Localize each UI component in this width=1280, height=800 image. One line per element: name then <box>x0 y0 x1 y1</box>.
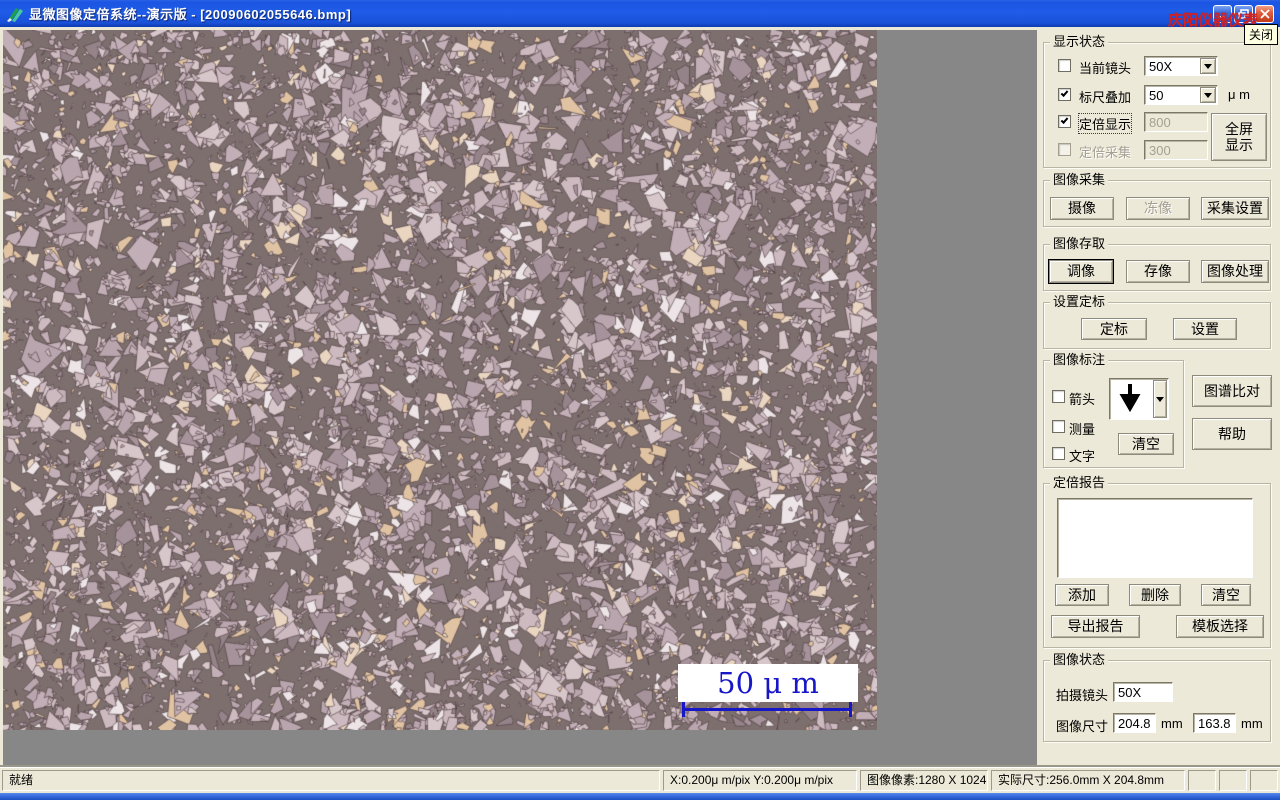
scale-bar-label-box: 50 μ m <box>678 664 858 702</box>
group-report: 定倍报告 添加 删除 清空 导出报告 模板选择 <box>1043 476 1271 648</box>
save-image-button[interactable]: 存像 <box>1126 260 1190 283</box>
label-image-size: 图像尺寸 <box>1056 719 1109 734</box>
group-storage: 图像存取 调像 存像 图像处理 <box>1043 237 1271 291</box>
capture-button[interactable]: 摄像 <box>1050 197 1114 220</box>
report-delete-button[interactable]: 删除 <box>1129 584 1181 606</box>
group-calibration: 设置定标 定标 设置 <box>1043 295 1271 349</box>
group-image-status-title: 图像状态 <box>1050 653 1109 667</box>
input-shooting-lens[interactable]: 50X <box>1113 682 1173 702</box>
report-add-button[interactable]: 添加 <box>1055 584 1109 606</box>
status-actual-size: 实际尺寸:256.0mm X 204.8mm <box>991 770 1185 791</box>
input-image-width[interactable]: 204.8 <box>1113 713 1156 733</box>
app-icon <box>6 6 24 22</box>
freeze-button: 冻像 <box>1126 197 1190 220</box>
input-image-height[interactable]: 163.8 <box>1193 713 1236 733</box>
scale-bar-line <box>682 708 852 711</box>
label-scale-overlay: 标尺叠加 <box>1079 90 1132 105</box>
label-micron-unit: μ m <box>1228 87 1250 102</box>
group-display-status: 显示状态 当前镜头 50X 标尺叠加 50 μ m 定倍显示 800 定倍采集 … <box>1043 35 1271 168</box>
label-current-lens: 当前镜头 <box>1079 61 1132 76</box>
export-report-button[interactable]: 导出报告 <box>1051 615 1140 638</box>
scale-bar-tick-left <box>682 702 685 717</box>
label-shooting-lens: 拍摄镜头 <box>1056 688 1109 703</box>
chevron-down-icon[interactable] <box>1200 58 1216 74</box>
label-arrow: 箭头 <box>1069 392 1096 407</box>
annotation-clear-button[interactable]: 清空 <box>1118 433 1174 455</box>
group-annotation-title: 图像标注 <box>1050 353 1109 367</box>
scale-bar-tick-right <box>849 702 852 717</box>
help-button[interactable]: 帮助 <box>1192 418 1272 450</box>
checkbox-arrow[interactable] <box>1052 390 1065 403</box>
group-storage-title: 图像存取 <box>1050 237 1109 251</box>
title-bar: 显微图像定倍系统--演示版 - [20090602055646.bmp] 庆阳仪… <box>0 0 1280 29</box>
chevron-down-icon[interactable] <box>1153 380 1167 418</box>
combo-scale-value[interactable]: 50 <box>1144 85 1218 105</box>
report-clear-button[interactable]: 清空 <box>1201 584 1251 606</box>
close-tooltip: 关闭 <box>1243 24 1278 45</box>
window-bottom-border <box>0 793 1280 800</box>
capture-settings-button[interactable]: 采集设置 <box>1201 197 1269 220</box>
label-fixed-display: 定倍显示 <box>1077 113 1133 134</box>
status-image-pixels: 图像像素:1280 X 1024 <box>860 770 988 791</box>
status-empty-2 <box>1219 770 1247 791</box>
settings-button[interactable]: 设置 <box>1173 318 1237 340</box>
label-text: 文字 <box>1069 449 1096 464</box>
label-mm-unit-2: mm <box>1241 716 1263 731</box>
load-image-button[interactable]: 调像 <box>1048 259 1114 284</box>
group-image-status: 图像状态 拍摄镜头 50X 图像尺寸 204.8 mm 163.8 mm <box>1043 653 1271 742</box>
label-measure: 测量 <box>1069 422 1096 437</box>
label-fixed-capture: 定倍采集 <box>1079 145 1132 160</box>
window-title: 显微图像定倍系统--演示版 - [20090602055646.bmp] <box>29 7 352 22</box>
close-button[interactable] <box>1255 5 1274 23</box>
group-display-status-title: 显示状态 <box>1050 35 1109 49</box>
micrograph-image <box>3 30 877 730</box>
group-capture-title: 图像采集 <box>1050 173 1109 187</box>
app-window: 显微图像定倍系统--演示版 - [20090602055646.bmp] 庆阳仪… <box>0 0 1280 800</box>
input-fixed-capture: 300 <box>1144 140 1208 160</box>
down-arrow-icon <box>1119 384 1141 412</box>
arrow-style-combo[interactable] <box>1109 378 1169 420</box>
control-panel: 显示状态 当前镜头 50X 标尺叠加 50 μ m 定倍显示 800 定倍采集 … <box>1040 30 1277 767</box>
report-listbox[interactable] <box>1057 498 1253 578</box>
checkbox-measure[interactable] <box>1052 420 1065 433</box>
status-empty-3 <box>1250 770 1278 791</box>
checkbox-text[interactable] <box>1052 447 1065 460</box>
chevron-down-icon[interactable] <box>1200 87 1216 103</box>
image-viewport: 50 μ m <box>3 30 1037 767</box>
group-capture: 图像采集 摄像 冻像 采集设置 <box>1043 173 1271 227</box>
status-empty-1 <box>1188 770 1216 791</box>
calibrate-button[interactable]: 定标 <box>1081 318 1147 340</box>
label-mm-unit-1: mm <box>1161 716 1183 731</box>
template-select-button[interactable]: 模板选择 <box>1176 615 1264 638</box>
checkbox-fixed-display[interactable] <box>1058 115 1071 128</box>
scale-bar-label: 50 μ m <box>717 666 819 700</box>
checkbox-scale-overlay[interactable] <box>1058 88 1071 101</box>
group-calibration-title: 设置定标 <box>1050 295 1109 309</box>
minimize-button[interactable] <box>1213 5 1232 23</box>
status-ready: 就绪 <box>2 770 660 791</box>
combo-current-lens[interactable]: 50X <box>1144 56 1218 76</box>
status-pixel-scale: X:0.200μ m/pix Y:0.200μ m/pix <box>663 770 857 791</box>
restore-button[interactable] <box>1234 5 1253 23</box>
status-bar: 就绪 X:0.200μ m/pix Y:0.200μ m/pix 图像像素:12… <box>0 767 1280 793</box>
image-process-button[interactable]: 图像处理 <box>1201 260 1269 283</box>
checkbox-current-lens[interactable] <box>1058 59 1071 72</box>
group-report-title: 定倍报告 <box>1050 476 1109 490</box>
atlas-compare-button[interactable]: 图谱比对 <box>1192 375 1272 407</box>
fullscreen-button[interactable]: 全屏 显示 <box>1211 113 1267 161</box>
input-fixed-display: 800 <box>1144 112 1208 132</box>
group-annotation: 图像标注 箭头 测量 文字 清空 <box>1043 353 1184 468</box>
checkbox-fixed-capture <box>1058 143 1071 156</box>
